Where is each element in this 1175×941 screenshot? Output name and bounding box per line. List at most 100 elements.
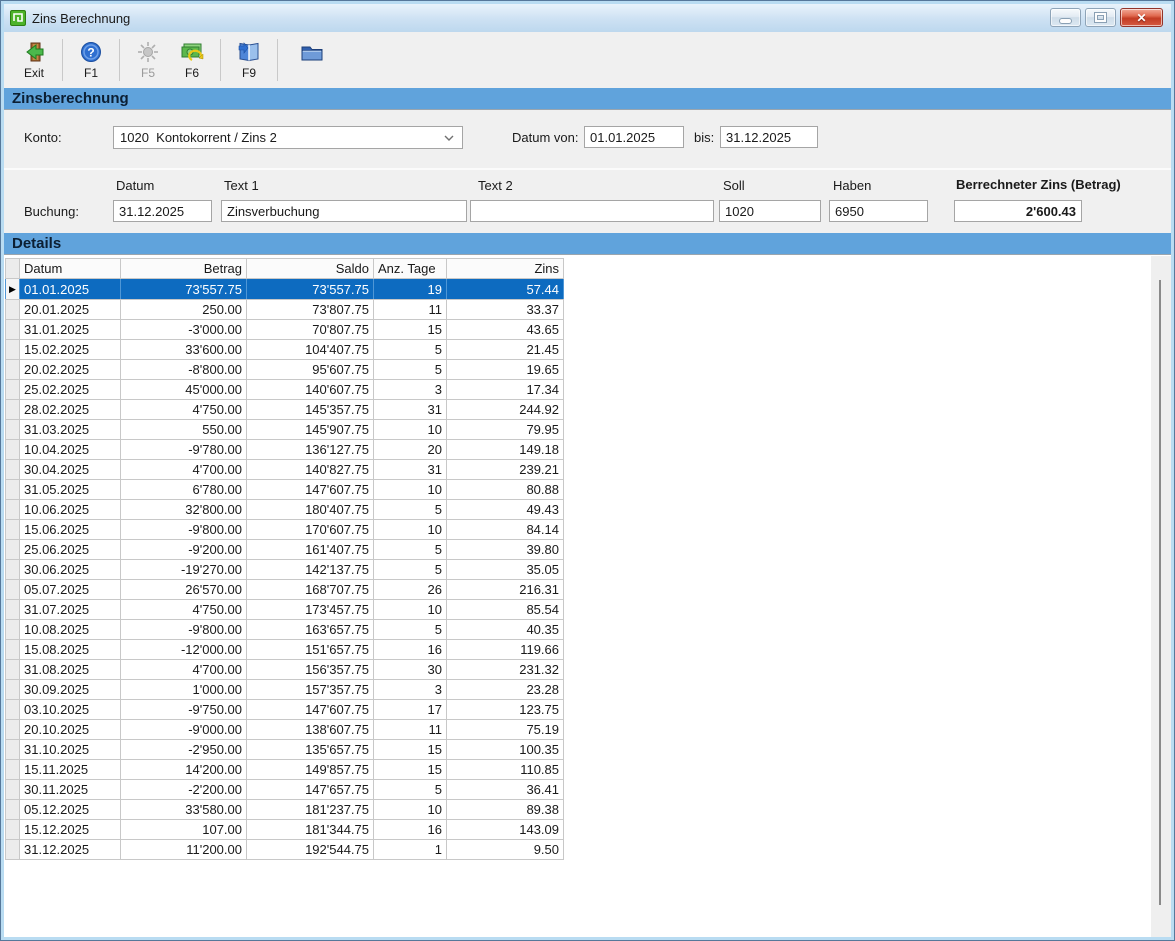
table-cell[interactable]: 10.04.2025 bbox=[20, 440, 121, 460]
table-cell[interactable]: 31.05.2025 bbox=[20, 480, 121, 500]
table-cell[interactable]: 19 bbox=[374, 279, 447, 300]
table-cell[interactable]: 244.92 bbox=[447, 400, 564, 420]
buchung-haben-input[interactable] bbox=[829, 200, 928, 222]
row-selector-cell[interactable] bbox=[6, 640, 20, 660]
exit-button[interactable]: Exit bbox=[12, 37, 56, 80]
row-selector-cell[interactable] bbox=[6, 620, 20, 640]
table-cell[interactable]: 31.12.2025 bbox=[20, 840, 121, 860]
table-cell[interactable]: 136'127.75 bbox=[247, 440, 374, 460]
table-cell[interactable]: 15.11.2025 bbox=[20, 760, 121, 780]
table-cell[interactable]: 16 bbox=[374, 640, 447, 660]
table-cell[interactable]: 145'907.75 bbox=[247, 420, 374, 440]
table-cell[interactable]: 100.35 bbox=[447, 740, 564, 760]
table-cell[interactable]: 15.02.2025 bbox=[20, 340, 121, 360]
table-cell[interactable]: 14'200.00 bbox=[121, 760, 247, 780]
table-cell[interactable]: 17.34 bbox=[447, 380, 564, 400]
table-cell[interactable]: 20.01.2025 bbox=[20, 300, 121, 320]
table-row[interactable]: 20.10.2025-9'000.00138'607.751175.19 bbox=[6, 720, 564, 740]
table-row[interactable]: 15.06.2025-9'800.00170'607.751084.14 bbox=[6, 520, 564, 540]
table-row[interactable]: 25.06.2025-9'200.00161'407.75539.80 bbox=[6, 540, 564, 560]
title-bar[interactable]: Zins Berechnung ✕ bbox=[4, 4, 1171, 32]
table-cell[interactable]: 10 bbox=[374, 480, 447, 500]
table-cell[interactable]: 73'807.75 bbox=[247, 300, 374, 320]
row-selector-cell[interactable] bbox=[6, 360, 20, 380]
row-selector-cell[interactable] bbox=[6, 800, 20, 820]
table-cell[interactable]: 85.54 bbox=[447, 600, 564, 620]
table-cell[interactable]: 73'557.75 bbox=[121, 279, 247, 300]
table-row[interactable]: 10.08.2025-9'800.00163'657.75540.35 bbox=[6, 620, 564, 640]
table-row[interactable]: 31.10.2025-2'950.00135'657.7515100.35 bbox=[6, 740, 564, 760]
row-selector-cell[interactable] bbox=[6, 400, 20, 420]
table-row[interactable]: 30.11.2025-2'200.00147'657.75536.41 bbox=[6, 780, 564, 800]
table-cell[interactable]: 10 bbox=[374, 420, 447, 440]
table-cell[interactable]: 33'580.00 bbox=[121, 800, 247, 820]
table-cell[interactable]: 239.21 bbox=[447, 460, 564, 480]
table-cell[interactable]: 181'344.75 bbox=[247, 820, 374, 840]
table-cell[interactable]: 30.04.2025 bbox=[20, 460, 121, 480]
row-selector-cell[interactable] bbox=[6, 560, 20, 580]
row-selector-cell[interactable] bbox=[6, 840, 20, 860]
table-row[interactable]: 10.06.202532'800.00180'407.75549.43 bbox=[6, 500, 564, 520]
table-cell[interactable]: 4'700.00 bbox=[121, 660, 247, 680]
table-row[interactable]: 05.12.202533'580.00181'237.751089.38 bbox=[6, 800, 564, 820]
row-selector-cell[interactable] bbox=[6, 320, 20, 340]
table-cell[interactable]: 110.85 bbox=[447, 760, 564, 780]
table-row[interactable]: ▶01.01.202573'557.7573'557.751957.44 bbox=[6, 279, 564, 300]
table-cell[interactable]: 36.41 bbox=[447, 780, 564, 800]
table-cell[interactable]: 31.03.2025 bbox=[20, 420, 121, 440]
table-cell[interactable]: 73'557.75 bbox=[247, 279, 374, 300]
table-cell[interactable]: -9'200.00 bbox=[121, 540, 247, 560]
table-cell[interactable]: 163'657.75 bbox=[247, 620, 374, 640]
maximize-button[interactable] bbox=[1085, 8, 1116, 27]
table-cell[interactable]: 17 bbox=[374, 700, 447, 720]
table-cell[interactable]: 95'607.75 bbox=[247, 360, 374, 380]
table-cell[interactable]: 11'200.00 bbox=[121, 840, 247, 860]
table-cell[interactable]: 147'657.75 bbox=[247, 780, 374, 800]
table-cell[interactable]: 45'000.00 bbox=[121, 380, 247, 400]
table-cell[interactable]: 10.06.2025 bbox=[20, 500, 121, 520]
table-cell[interactable]: 25.06.2025 bbox=[20, 540, 121, 560]
table-row[interactable]: 31.01.2025-3'000.0070'807.751543.65 bbox=[6, 320, 564, 340]
table-row[interactable]: 15.12.2025107.00181'344.7516143.09 bbox=[6, 820, 564, 840]
table-cell[interactable]: 151'657.75 bbox=[247, 640, 374, 660]
table-cell[interactable]: 31 bbox=[374, 460, 447, 480]
vertical-scrollbar[interactable] bbox=[1151, 256, 1171, 937]
table-cell[interactable]: 80.88 bbox=[447, 480, 564, 500]
table-cell[interactable]: 550.00 bbox=[121, 420, 247, 440]
table-cell[interactable]: 30.06.2025 bbox=[20, 560, 121, 580]
table-row[interactable]: 15.02.202533'600.00104'407.75521.45 bbox=[6, 340, 564, 360]
table-cell[interactable]: 15.06.2025 bbox=[20, 520, 121, 540]
row-selector-cell[interactable] bbox=[6, 720, 20, 740]
table-cell[interactable]: -9'750.00 bbox=[121, 700, 247, 720]
table-cell[interactable]: 4'700.00 bbox=[121, 460, 247, 480]
table-cell[interactable]: 147'607.75 bbox=[247, 480, 374, 500]
table-cell[interactable]: 5 bbox=[374, 620, 447, 640]
table-row[interactable]: 15.08.2025-12'000.00151'657.7516119.66 bbox=[6, 640, 564, 660]
table-row[interactable]: 10.04.2025-9'780.00136'127.7520149.18 bbox=[6, 440, 564, 460]
table-cell[interactable]: 145'357.75 bbox=[247, 400, 374, 420]
table-cell[interactable]: 43.65 bbox=[447, 320, 564, 340]
table-cell[interactable]: 20 bbox=[374, 440, 447, 460]
table-cell[interactable]: 1 bbox=[374, 840, 447, 860]
table-cell[interactable]: 216.31 bbox=[447, 580, 564, 600]
table-cell[interactable]: 231.32 bbox=[447, 660, 564, 680]
table-cell[interactable]: -19'270.00 bbox=[121, 560, 247, 580]
f6-button[interactable]: F6 bbox=[170, 37, 214, 80]
bis-input[interactable] bbox=[720, 126, 818, 148]
table-row[interactable]: 20.01.2025250.0073'807.751133.37 bbox=[6, 300, 564, 320]
table-row[interactable]: 25.02.202545'000.00140'607.75317.34 bbox=[6, 380, 564, 400]
table-cell[interactable]: 149'857.75 bbox=[247, 760, 374, 780]
table-cell[interactable]: 104'407.75 bbox=[247, 340, 374, 360]
table-cell[interactable]: 138'607.75 bbox=[247, 720, 374, 740]
table-cell[interactable]: 6'780.00 bbox=[121, 480, 247, 500]
table-cell[interactable]: 31.08.2025 bbox=[20, 660, 121, 680]
table-cell[interactable]: 31.07.2025 bbox=[20, 600, 121, 620]
table-cell[interactable]: 15.12.2025 bbox=[20, 820, 121, 840]
table-cell[interactable]: 5 bbox=[374, 780, 447, 800]
close-button[interactable]: ✕ bbox=[1120, 8, 1163, 27]
table-cell[interactable]: 15 bbox=[374, 740, 447, 760]
table-cell[interactable]: 123.75 bbox=[447, 700, 564, 720]
table-cell[interactable]: 03.10.2025 bbox=[20, 700, 121, 720]
f9-button[interactable]: F9 bbox=[227, 37, 271, 80]
table-cell[interactable]: 40.35 bbox=[447, 620, 564, 640]
